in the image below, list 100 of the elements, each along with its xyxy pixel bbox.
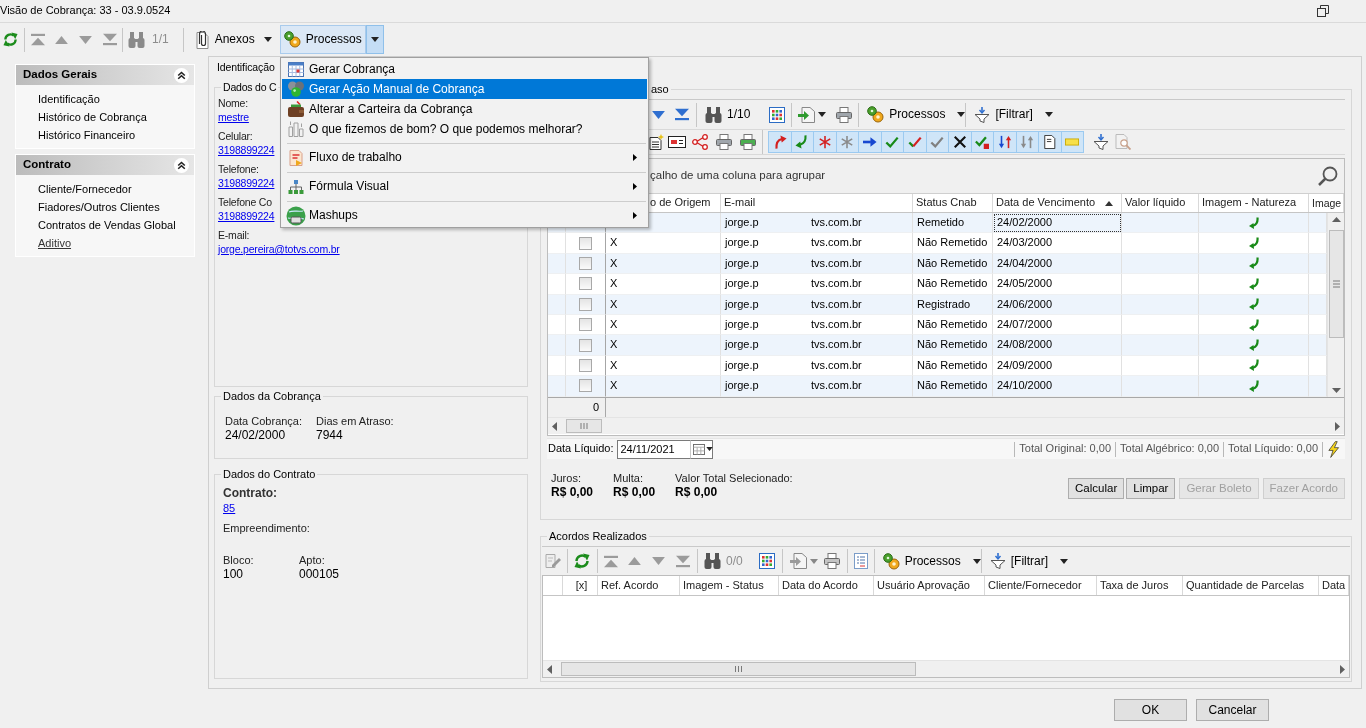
toggle-button[interactable] (858, 131, 882, 153)
link[interactable]: mestre (218, 111, 249, 123)
filter-button[interactable]: [Filtrar] (970, 102, 1037, 127)
column-header[interactable]: Data (1322, 578, 1346, 593)
section-header[interactable]: Dados Gerais (16, 65, 194, 85)
column-header[interactable]: Status Cnab (916, 196, 977, 210)
export-icon[interactable] (789, 553, 807, 569)
preview-icon[interactable] (1115, 134, 1131, 150)
toggle-button[interactable] (1060, 131, 1084, 153)
column-header[interactable]: o de Origem (650, 196, 711, 210)
menu-item[interactable]: Fórmula Visual (282, 176, 647, 197)
caret-icon[interactable] (1060, 558, 1069, 564)
binoculars-icon[interactable] (705, 106, 722, 123)
column-header[interactable]: Imagem - Natureza (1202, 196, 1297, 210)
column-header[interactable]: E-mail (724, 196, 756, 210)
cancel-button[interactable]: Cancelar (1196, 699, 1269, 721)
grid-icon[interactable] (769, 106, 786, 123)
checkbox[interactable] (579, 236, 592, 250)
printer-icon[interactable] (740, 134, 756, 150)
search-icon[interactable] (1318, 166, 1338, 186)
scroll-up-icon[interactable] (1331, 217, 1341, 222)
toggle-button[interactable] (948, 131, 972, 153)
link[interactable]: 85 (223, 502, 236, 514)
column-header[interactable]: Valor líquido (1125, 196, 1186, 210)
scroll-down-icon[interactable] (1331, 388, 1341, 393)
processes-button[interactable]: Processos (878, 549, 965, 573)
menu-item[interactable]: Fluxo de trabalho (282, 147, 647, 168)
sidebar-item[interactable]: Aditivo (38, 234, 72, 252)
link[interactable]: jorge.pereira@totvs.com.br (218, 243, 340, 255)
link[interactable]: 3198899224 (218, 144, 275, 156)
edit-icon[interactable] (545, 553, 561, 569)
grid-icon[interactable] (758, 553, 775, 569)
collapse-icon[interactable] (174, 67, 189, 83)
checkbox[interactable] (579, 318, 592, 332)
printer-icon[interactable] (823, 553, 840, 569)
card-icon[interactable] (668, 136, 686, 148)
column-header[interactable]: Imagem - Status (683, 578, 764, 593)
jump-last-icon[interactable] (675, 108, 689, 121)
checkbox[interactable] (579, 358, 592, 372)
toggle-button[interactable] (903, 131, 927, 153)
sidebar-item[interactable]: Fiadores/Outros Clientes (38, 198, 160, 216)
section-header[interactable]: Contrato (16, 155, 194, 175)
caret-icon[interactable] (263, 37, 272, 42)
column-header[interactable]: Usuário Aprovação (877, 578, 970, 593)
sidebar-item[interactable]: Cliente/Fornecedor (38, 180, 132, 198)
link[interactable]: 3198899224 (218, 210, 275, 222)
menu-item[interactable]: O que fizemos de bom? O que podemos melhorar? (282, 119, 647, 139)
sidebar-item[interactable]: Histórico Financeiro (38, 126, 136, 144)
menu-item[interactable]: Gerar Cobrança (282, 59, 647, 79)
share-icon[interactable] (692, 134, 708, 150)
binoculars-icon[interactable] (128, 31, 145, 48)
action-button[interactable]: Limpar (1126, 478, 1176, 499)
column-header[interactable]: Data do Acordo (782, 578, 858, 593)
processes-button[interactable]: Processos (279, 25, 366, 54)
column-header[interactable]: Data de Vencimento (996, 196, 1114, 210)
toggle-button[interactable] (790, 131, 814, 153)
toggle-button[interactable] (1038, 131, 1062, 153)
scroll-left-icon[interactable] (552, 421, 557, 431)
checkbox[interactable] (579, 277, 592, 291)
column-header[interactable]: [x] (575, 578, 588, 593)
toggle-button[interactable] (813, 131, 837, 153)
toggle-button[interactable] (880, 131, 904, 153)
processes-button[interactable]: Processos (863, 102, 950, 127)
menu-item[interactable]: Mashups (282, 205, 647, 226)
next-icon[interactable] (652, 110, 665, 119)
column-header[interactable]: Ref. Acordo (601, 578, 659, 593)
horizontal-scrollbar[interactable] (548, 417, 1344, 434)
toggle-button[interactable] (925, 131, 949, 153)
column-header[interactable]: Quantidade de Parcelas (1186, 578, 1305, 593)
sidebar-item[interactable]: Contratos de Vendas Global (38, 216, 176, 234)
binoculars-icon[interactable] (704, 553, 721, 569)
toggle-button[interactable] (970, 131, 994, 153)
caret-icon[interactable] (972, 558, 981, 564)
caret-icon[interactable] (818, 112, 827, 117)
printer-icon[interactable] (836, 106, 853, 123)
filter-button[interactable]: [Filtrar] (985, 549, 1053, 573)
restore-icon[interactable] (1317, 5, 1329, 17)
checkbox[interactable] (579, 256, 592, 270)
column-header[interactable]: Cliente/Fornecedor (988, 578, 1082, 593)
toggle-button[interactable] (993, 131, 1017, 153)
menu-item[interactable]: Alterar a Carteira da Cobrança (282, 99, 647, 119)
scroll-left-icon[interactable] (547, 664, 552, 674)
scroll-thumb[interactable] (561, 662, 916, 676)
calendar-button[interactable] (690, 439, 714, 459)
attachments-button[interactable]: Anexos (189, 25, 259, 54)
refresh-icon[interactable] (3, 32, 18, 47)
sidebar-item[interactable]: Histórico de Cobrança (38, 108, 147, 126)
lightning-icon[interactable] (1327, 440, 1340, 458)
column-header[interactable]: Taxa de Juros (1100, 578, 1169, 593)
toggle-button[interactable] (768, 131, 792, 153)
list-icon[interactable] (853, 553, 868, 569)
toggle-button[interactable] (1015, 131, 1039, 153)
document-icon[interactable] (648, 134, 664, 150)
sidebar-item[interactable]: Identificação (38, 90, 100, 108)
checkbox[interactable] (579, 379, 592, 393)
scroll-thumb[interactable] (1328, 230, 1344, 338)
column-header[interactable]: Image (1312, 196, 1342, 210)
filter-icon[interactable] (1093, 134, 1109, 150)
printer-icon[interactable] (716, 134, 732, 150)
collapse-icon[interactable] (174, 157, 189, 173)
